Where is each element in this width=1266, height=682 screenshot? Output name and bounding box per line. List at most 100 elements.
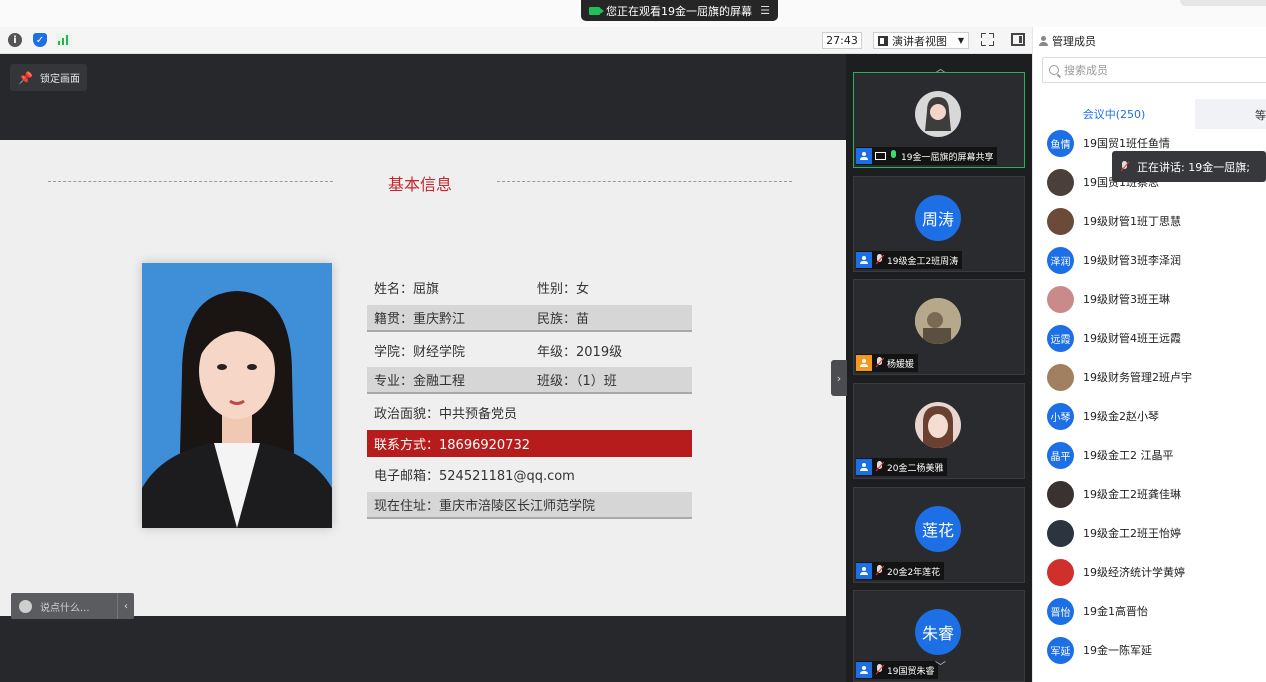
video-tile[interactable]: 周涛 19级金工2班周涛 [853,176,1025,272]
info-class: 班级：（1）班 [537,374,617,389]
view-mode-dropdown[interactable]: 演讲者视图 ▼ [873,32,969,49]
info-gender: 性别：女 [537,282,590,297]
info-row-address: 现在住址：重庆市涪陵区长江师范学院 [367,492,692,519]
panel-title: 管理成员 [1052,35,1096,48]
member-row[interactable]: 晶平 19级金工2 江晶平 [1047,441,1174,469]
tile-name: 20金2年莲花 [887,567,941,578]
member-row[interactable]: 19级财管3班王琳 [1047,285,1170,313]
avatar: 晋怡 [1047,597,1074,625]
avatar [915,91,961,137]
member-row[interactable]: 19级金工2班龚佳琳 [1047,480,1181,508]
avatar [1047,480,1074,508]
member-name: 19级经济统计学黄婷 [1083,566,1185,579]
avatar: 朱睿 [915,609,961,655]
participant-icon [856,252,872,268]
sidebar-toggle-icon[interactable] [1011,33,1025,46]
lock-view-button[interactable]: 📌 锁定画面 [10,64,87,91]
signal-icon[interactable] [56,33,72,47]
member-row[interactable]: 军延 19金一陈军延 [1047,636,1152,664]
avatar [1047,558,1074,586]
avatar: 周涛 [915,195,961,241]
avatar [1047,285,1074,313]
tab-waiting[interactable]: 等 [1255,107,1266,123]
view-mode-label: 演讲者视图 [892,34,947,48]
info-row-college: 学院：财经学院 年级：2019级 [367,337,692,364]
avatar [1047,363,1074,391]
scroll-down-icon[interactable]: ﹀ [935,658,946,674]
member-name: 19级金2赵小琴 [1083,410,1159,423]
member-search-input[interactable]: 搜索成员 [1042,57,1266,83]
chat-placeholder: 说点什么... [40,602,90,614]
avatar: 小琴 [1047,402,1074,430]
avatar [915,402,961,448]
tile-label: 19金一屈旗的屏幕共享 [856,147,998,165]
member-name: 19金1高晋怡 [1083,605,1148,618]
info-name: 姓名：屈旗 [374,282,440,297]
collapse-video-button[interactable]: › [831,360,847,396]
mic-muted-icon [875,254,884,266]
id-photo [142,263,332,528]
member-name: 19级金工2班龚佳琳 [1083,488,1181,501]
tile-label: 杨媛媛 [856,354,919,372]
member-row[interactable]: 泽润 19级财管3班李泽润 [1047,246,1181,274]
avatar [915,298,961,344]
emoji-icon[interactable] [19,599,32,613]
title-divider-right [497,181,792,182]
mic-muted-icon [875,565,884,577]
avatar [1047,519,1074,547]
member-row[interactable]: 晋怡 19金1高晋怡 [1047,597,1148,625]
member-name: 19级金工2班王怡婷 [1083,527,1181,540]
video-tile[interactable]: 莲花 20金2年莲花 [853,487,1025,583]
speaking-tooltip: 正在讲话: 19金一屈旗; [1112,151,1266,182]
video-tile[interactable]: 19金一屈旗的屏幕共享 [853,72,1025,168]
member-row[interactable]: 19级金工2班王怡婷 [1047,519,1181,547]
info-college: 学院：财经学院 [374,345,466,360]
member-row[interactable]: 小琴 19级金2赵小琴 [1047,402,1159,430]
screen-share-banner[interactable]: 您正在观看19金一屈旗的屏幕 ☰ [581,0,778,21]
speaking-text: 正在讲话: 19金一屈旗; [1137,160,1250,174]
host-icon [856,355,872,371]
info-row-contact: 联系方式：18696920732 [367,430,692,457]
participant-icon [856,148,872,164]
member-name: 19国贸1班任鱼情 [1083,137,1170,150]
member-row[interactable]: 19级财管1班丁思慧 [1047,207,1181,235]
screen-share-icon [875,152,886,160]
video-tile[interactable]: 杨媛媛 [853,279,1025,375]
avatar: 莲花 [915,506,961,552]
video-tile[interactable]: 20金二杨美雅 [853,383,1025,479]
slide-title: 基本信息 [387,175,452,194]
fullscreen-icon[interactable] [981,33,994,46]
collapse-chat-icon[interactable]: ‹ [117,593,134,619]
info-major: 专业：金融工程 [374,374,466,389]
member-row[interactable]: 远霞 19级财管4班王远霞 [1047,324,1181,352]
search-icon [1049,65,1059,75]
member-name: 19金一陈军延 [1083,644,1152,657]
avatar [1047,168,1074,196]
avatar [1047,207,1074,235]
member-row[interactable]: 19级经济统计学黄婷 [1047,558,1185,586]
panel-header: 管理成员 [1038,33,1096,49]
tile-name: 20金二杨美雅 [887,463,944,474]
member-name: 19级财务管理2班卢宇 [1083,371,1192,384]
info-icon[interactable]: i [8,33,22,47]
avatar: 泽润 [1047,246,1074,274]
info-address: 现在住址：重庆市涪陵区长江师范学院 [374,499,596,514]
mic-muted-icon [875,461,884,473]
chevron-down-icon: ▼ [957,36,964,45]
info-row-political: 政治面貌：中共预备党员 [367,399,692,426]
banner-text: 您正在观看19金一屈旗的屏幕 [606,4,752,18]
layout-icon [878,35,888,46]
info-row-name: 姓名：屈旗 性别：女 [367,274,692,301]
menu-icon[interactable]: ☰ [760,4,770,17]
tab-in-meeting[interactable]: 会议中(250) [1033,99,1195,129]
chat-input[interactable]: 说点什么... ‹ [11,593,134,619]
person-icon [1038,36,1048,46]
tile-name: 19国贸朱睿 [887,666,935,677]
shield-icon[interactable]: ✓ [33,33,47,47]
mic-muted-icon [875,357,884,369]
tile-name: 19金一屈旗的屏幕共享 [901,152,994,163]
info-row-origin: 籍贯：重庆黔江 民族：苗 [367,305,692,332]
window-corner [1180,0,1266,6]
member-row[interactable]: 19级财务管理2班卢宇 [1047,363,1192,391]
info-email: 电子邮箱：524521181@qq.com [374,469,575,484]
